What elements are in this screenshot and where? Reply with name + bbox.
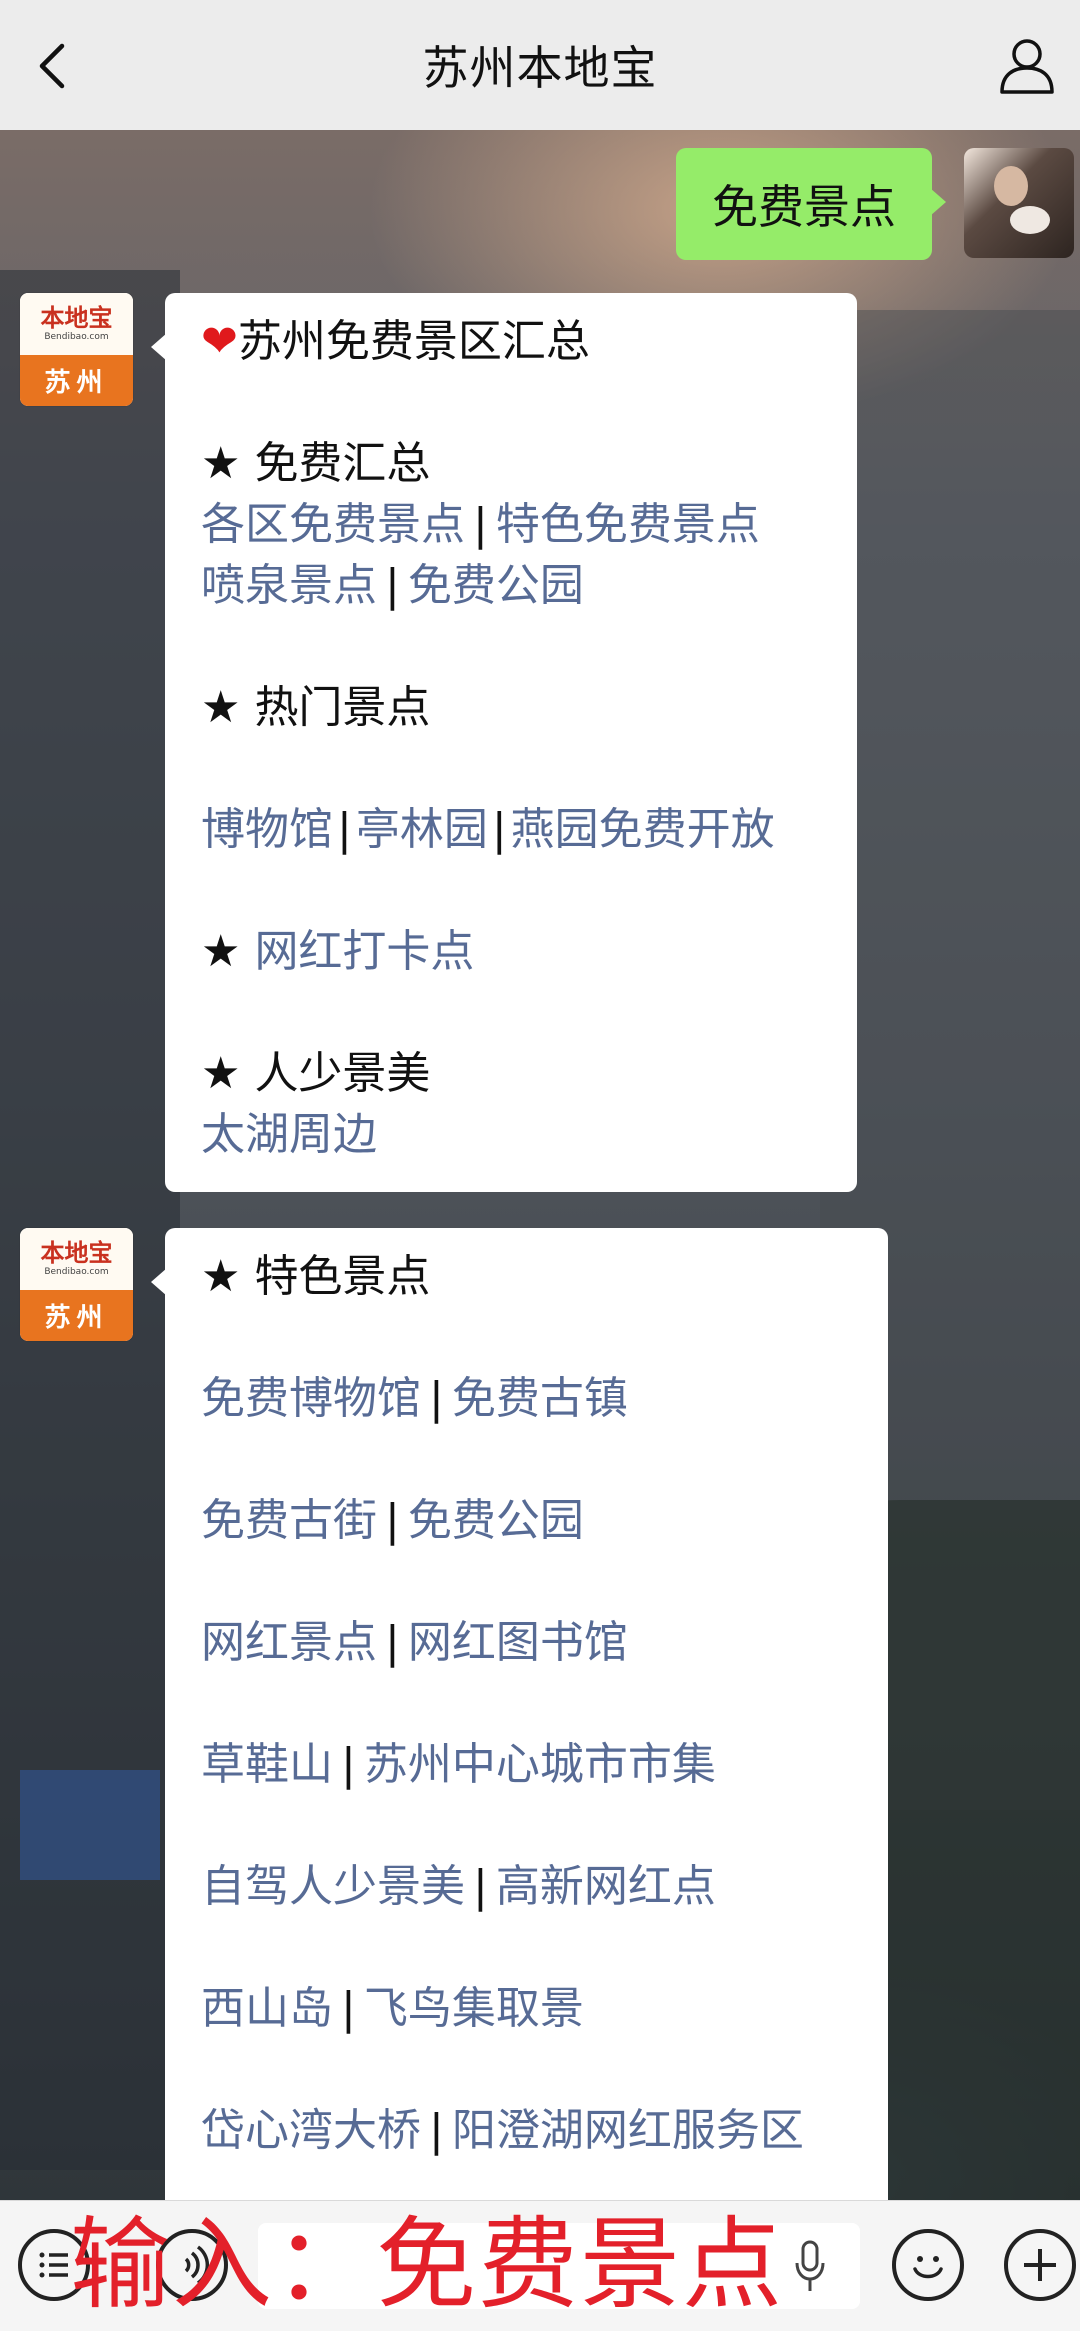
link-checkin-spots[interactable]: 网红打卡点	[254, 926, 474, 977]
link-item[interactable]: 免费古街	[201, 1495, 377, 1546]
avatar-logo-text: 本地宝	[40, 304, 113, 332]
link-item[interactable]: 免费公园	[408, 1495, 584, 1546]
user-avatar[interactable]	[964, 148, 1074, 258]
bot-avatar[interactable]: 本地宝 Bendibao.com 苏州	[20, 293, 133, 406]
link-item[interactable]: 阳澄湖网红服务区	[452, 2105, 804, 2156]
nav-header: 苏州本地宝	[0, 0, 1080, 130]
section-heading: 免费汇总	[254, 438, 431, 489]
avatar-logo-text: 本地宝	[40, 1239, 113, 1267]
overlay-instruction-text: 输入：免费景点	[70, 2206, 784, 2323]
section-heading: 热门景点	[254, 682, 431, 733]
section-heading: 人少景美	[254, 1048, 431, 1099]
link-tinglin-garden[interactable]: 亭林园	[356, 804, 488, 855]
avatar-city-text: 苏州	[20, 1290, 133, 1341]
star-icon: ★	[201, 926, 255, 977]
sent-message-bubble[interactable]: 免费景点	[676, 148, 946, 260]
link-item[interactable]: 高新网红点	[496, 1861, 716, 1912]
sent-message-text: 免费景点	[712, 180, 896, 234]
link-district-free[interactable]: 各区免费景点	[201, 499, 465, 550]
star-icon: ★	[201, 1048, 255, 1099]
link-taihu[interactable]: 太湖周边	[201, 1109, 377, 1160]
star-icon: ★	[201, 682, 255, 733]
link-yan-garden[interactable]: 燕园免费开放	[511, 804, 775, 855]
received-message-bubble-2: ★ 特色景点 免费博物馆 | 免费古镇 免费古街 | 免费公园 网红景点 | 网红图书馆 草…	[151, 1228, 888, 2218]
link-item[interactable]: 免费博物馆	[201, 1373, 421, 1424]
emoji-icon[interactable]	[892, 2229, 964, 2301]
link-item[interactable]: 岱心湾大桥	[201, 2105, 421, 2156]
back-icon[interactable]	[26, 38, 82, 94]
link-item[interactable]: 网红图书馆	[408, 1617, 628, 1668]
person-icon[interactable]	[996, 34, 1058, 96]
bot-avatar[interactable]: 本地宝 Bendibao.com 苏州	[20, 1228, 133, 1341]
chat-title: 苏州本地宝	[422, 41, 658, 95]
link-item[interactable]: 草鞋山	[201, 1739, 333, 1790]
link-item[interactable]: 免费古镇	[452, 1373, 628, 1424]
avatar-url-text: Bendibao.com	[44, 1267, 109, 1277]
star-icon: ★	[201, 1251, 255, 1302]
link-item[interactable]: 苏州中心城市市集	[364, 1739, 716, 1790]
star-icon: ★	[201, 438, 255, 489]
link-free-park[interactable]: 免费公园	[408, 560, 584, 611]
avatar-url-text: Bendibao.com	[44, 332, 109, 342]
link-fountain[interactable]: 喷泉景点	[201, 560, 377, 611]
message-title: 苏州免费景区汇总	[237, 316, 590, 367]
link-item[interactable]: 网红景点	[201, 1617, 377, 1668]
received-message-bubble-1: ❤苏州免费景区汇总 ★ 免费汇总 各区免费景点 | 特色免费景点 喷泉景点 | 免费公园…	[151, 293, 857, 1192]
link-item[interactable]: 西山岛	[201, 1983, 333, 2034]
heart-icon: ❤	[201, 316, 238, 367]
plus-icon[interactable]	[1004, 2229, 1076, 2301]
avatar-city-text: 苏州	[20, 355, 133, 406]
link-featured-free[interactable]: 特色免费景点	[496, 499, 760, 550]
link-item[interactable]: 飞鸟集取景	[364, 1983, 584, 2034]
link-museum[interactable]: 博物馆	[201, 804, 333, 855]
mic-icon[interactable]	[792, 2239, 828, 2295]
section-heading: 特色景点	[254, 1251, 431, 1302]
link-item[interactable]: 自驾人少景美	[201, 1861, 465, 1912]
